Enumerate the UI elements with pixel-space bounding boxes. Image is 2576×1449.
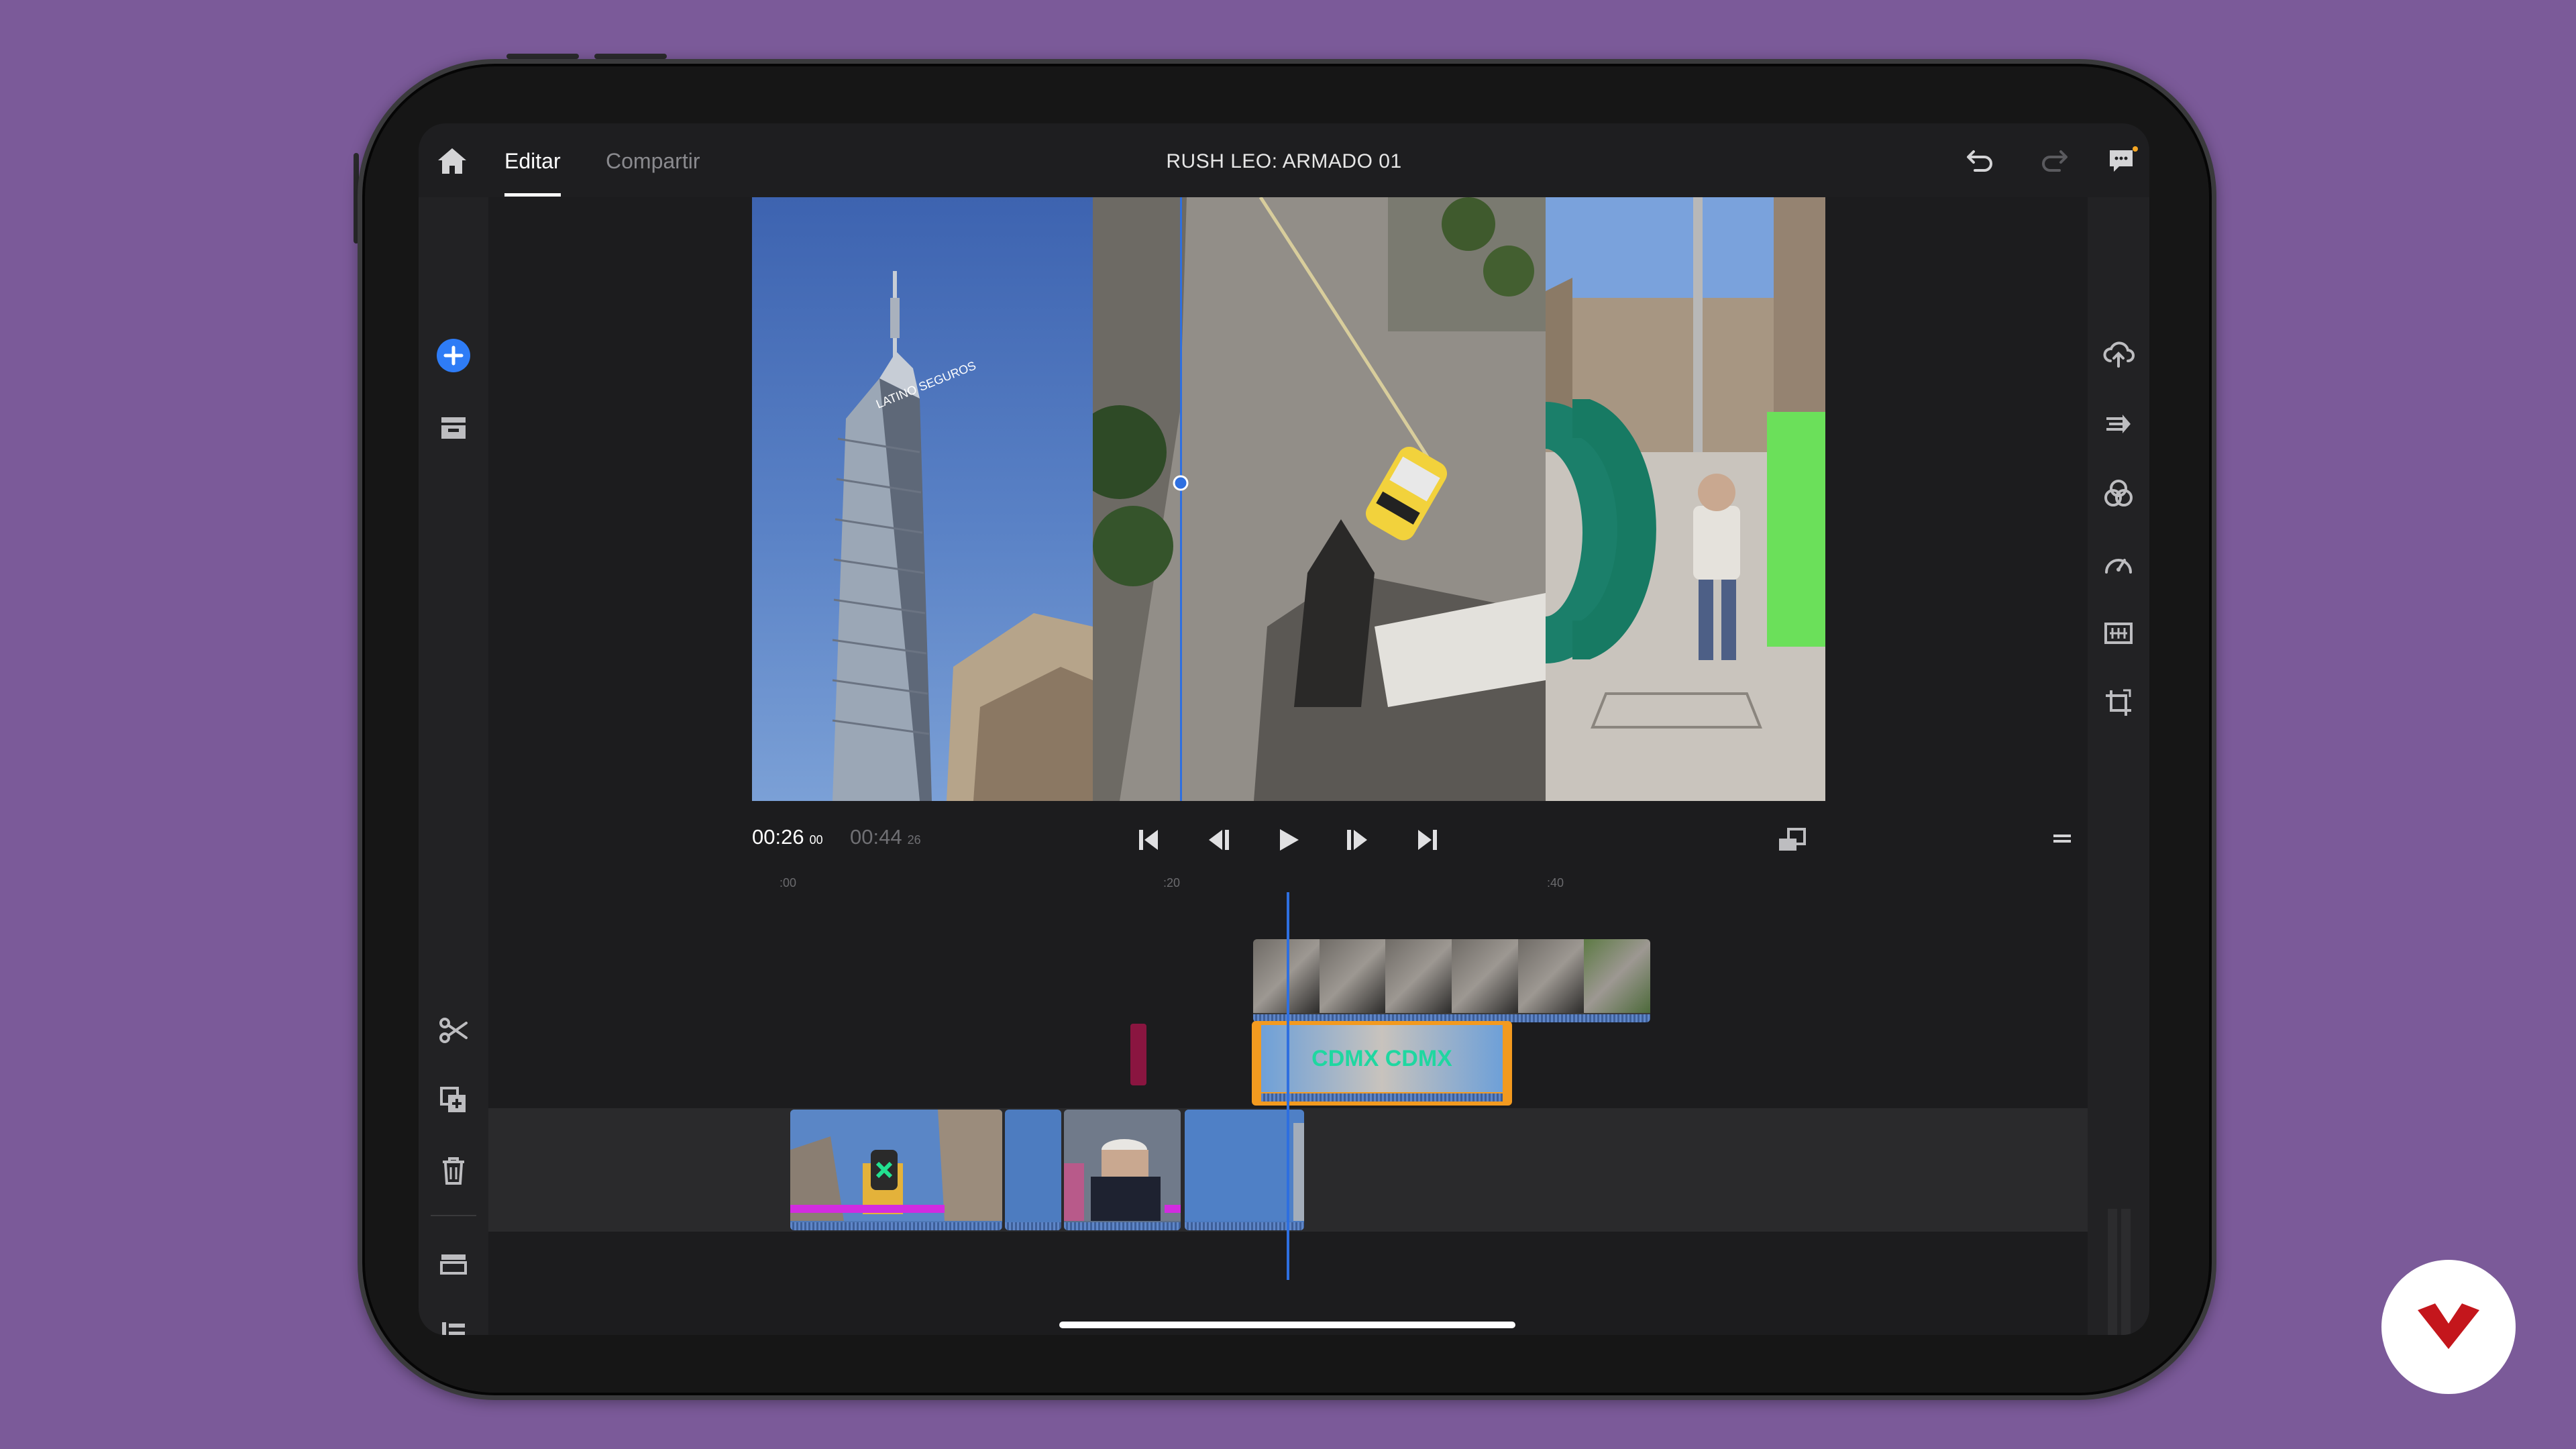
step-forward-icon[interactable] (1339, 821, 1377, 859)
ruler-label-00: :00 (780, 876, 797, 890)
project-title: RUSH LEO: ARMADO 01 (1166, 150, 1402, 172)
active-tab-underline (504, 193, 561, 197)
home-indicator[interactable] (1059, 1322, 1515, 1328)
overlay-clip-street[interactable] (1253, 939, 1650, 1022)
menu-equals-icon[interactable] (2049, 825, 2076, 852)
trash-icon[interactable] (435, 1152, 472, 1190)
audio-levels-icon[interactable] (2100, 614, 2137, 652)
redo-icon[interactable] (2035, 144, 2073, 178)
total-duration: 00:44 26 (850, 825, 921, 849)
main-clip-3-waveform (1064, 1222, 1181, 1230)
transition-icon[interactable] (2100, 405, 2137, 443)
step-back-icon[interactable] (1199, 821, 1237, 859)
device-top-button-1 (506, 54, 579, 59)
video-preview[interactable]: LATINO SEGUROS (752, 197, 1825, 801)
ruler-label-40: :40 (1547, 876, 1564, 890)
timeline-marker[interactable] (1130, 1024, 1146, 1085)
crop-icon[interactable] (2100, 684, 2137, 722)
overlay-clip-text: CDMX CDMX (1311, 1045, 1452, 1071)
audio-meter (2108, 1209, 2131, 1335)
right-toolbar (2088, 197, 2149, 1335)
left-toolbar (419, 197, 488, 1335)
preview-clip-tower: LATINO SEGUROS (752, 197, 1093, 801)
aspect-ratio-icon[interactable] (1774, 821, 1811, 859)
top-bar: Editar Compartir RUSH LEO: ARMADO 01 (419, 123, 2149, 197)
cloud-upload-icon[interactable] (2100, 335, 2137, 373)
overlay-clip-cdmx[interactable]: CDMX CDMX (1252, 1021, 1512, 1106)
app-screen: Editar Compartir RUSH LEO: ARMADO 01 LAT… (419, 123, 2149, 1335)
undo-icon[interactable] (1962, 144, 1999, 178)
media-icon[interactable] (435, 409, 472, 447)
device-top-button-2 (594, 54, 667, 59)
main-clip-officer[interactable] (1064, 1110, 1181, 1230)
timeline-playhead[interactable] (1287, 892, 1289, 1280)
left-toolbar-divider (431, 1215, 476, 1216)
skip-to-end-icon[interactable] (1409, 821, 1446, 859)
preview-clip-street (1073, 197, 1546, 801)
main-clip-1-waveform (790, 1222, 1002, 1230)
duplicate-icon[interactable] (435, 1081, 472, 1119)
list-icon[interactable] (435, 1315, 472, 1335)
main-clip-sky[interactable] (1005, 1110, 1061, 1230)
add-icon[interactable] (435, 337, 472, 374)
current-time: 00:26 00 (752, 825, 823, 849)
feedback-icon[interactable] (2104, 142, 2141, 180)
scissors-icon[interactable] (435, 1012, 472, 1049)
skip-to-start-icon[interactable] (1130, 821, 1167, 859)
main-clip-traffic-light[interactable] (790, 1110, 1002, 1230)
tracks-icon[interactable] (435, 1245, 472, 1283)
speed-icon[interactable] (2100, 545, 2137, 582)
main-clip-2-waveform (1005, 1222, 1061, 1230)
preview-clip-cdmx (1544, 197, 1825, 801)
ruler-label-20: :20 (1163, 876, 1181, 890)
brand-logo (2381, 1260, 2516, 1394)
play-icon[interactable] (1269, 821, 1307, 859)
color-icon[interactable] (2100, 475, 2137, 513)
